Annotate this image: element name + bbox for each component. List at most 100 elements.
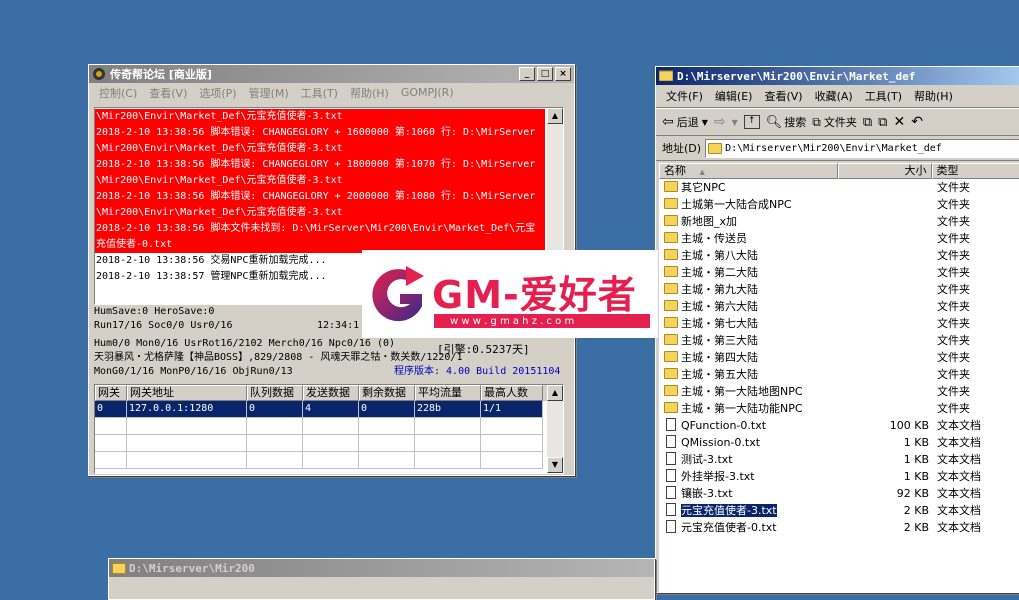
window-title: 传奇帮论坛 [商业版]: [110, 68, 212, 81]
folder-icon: [664, 334, 678, 345]
folder-item[interactable]: 主城・第二大陆 文件夹: [659, 264, 1019, 281]
forward-button[interactable]: ⇨: [714, 114, 726, 130]
table-row[interactable]: [95, 452, 563, 469]
folder-item[interactable]: 主城・传送员 文件夹: [659, 230, 1019, 247]
menu-edit[interactable]: 编辑(E): [709, 88, 759, 104]
table-row[interactable]: [95, 435, 563, 452]
explorer-titlebar[interactable]: D:\Mirserver\Mir200\Envir\Market_def: [656, 67, 1019, 85]
menu-tools[interactable]: 工具(T): [295, 85, 344, 101]
item-name-cell: QFunction-0.txt: [664, 417, 766, 434]
folders-button[interactable]: ⧉ 文件夹: [812, 114, 857, 130]
forward-dropdown-icon[interactable]: ▼: [732, 118, 738, 127]
bottom-window-titlebar[interactable]: D:\Mirserver\Mir200: [109, 559, 654, 577]
folder-item[interactable]: 新地图_x加 文件夹: [659, 213, 1019, 230]
minimize-button[interactable]: _: [519, 67, 535, 81]
log-line: \Mir200\Envir\Market_Def\元宝充值使者-3.txt: [95, 205, 545, 221]
folder-item[interactable]: 主城・第七大陆 文件夹: [659, 315, 1019, 332]
move-to-icon[interactable]: ⧉: [863, 115, 872, 130]
log-line: 2018-2-10 13:38:56 脚本错误: CHANGEGLORY + 1…: [95, 125, 545, 141]
menu-help[interactable]: 帮助(H): [908, 88, 959, 104]
item-name-cell: 主城・第九大陆: [664, 281, 758, 298]
grid-scrollbar[interactable]: ▲ ▼: [547, 385, 563, 473]
item-size: 1 KB: [903, 470, 929, 483]
grid-column-header[interactable]: 最高人数: [481, 385, 543, 401]
item-type: 文件夹: [937, 368, 970, 381]
folder-item[interactable]: 土城第一大陆合成NPC 文件夹: [659, 196, 1019, 213]
grid-column-header[interactable]: 剩余数据: [359, 385, 415, 401]
menu-view[interactable]: 查看(V): [143, 85, 193, 101]
folder-item[interactable]: 主城・第九大陆 文件夹: [659, 281, 1019, 298]
menu-options[interactable]: 选项(P): [193, 85, 242, 101]
column-type[interactable]: 类型: [931, 163, 1019, 179]
folder-item[interactable]: 主城・第五大陆 文件夹: [659, 366, 1019, 383]
table-cell: 0: [359, 401, 415, 418]
file-item[interactable]: 元宝充值使者-0.txt 2 KB 文本文档: [659, 519, 1019, 536]
server-window-titlebar[interactable]: 传奇帮论坛 [商业版] _ □ ×: [89, 65, 574, 83]
item-type: 文本文档: [937, 470, 981, 483]
column-size[interactable]: 大小: [838, 163, 932, 179]
copy-to-icon[interactable]: ⧉: [878, 115, 887, 130]
item-size: 100 KB: [889, 419, 929, 432]
grid-column-header[interactable]: 平均流量: [415, 385, 481, 401]
undo-icon[interactable]: ↶: [911, 114, 923, 130]
file-item[interactable]: QFunction-0.txt 100 KB 文本文档: [659, 417, 1019, 434]
close-button[interactable]: ×: [555, 67, 571, 81]
scroll-up-icon[interactable]: ▲: [547, 108, 563, 124]
file-item[interactable]: 镶嵌-3.txt 92 KB 文本文档: [659, 485, 1019, 502]
item-name: 主城・第三大陆: [681, 334, 758, 347]
explorer-title: D:\Mirserver\Mir200\Envir\Market_def: [677, 69, 916, 83]
folder-item[interactable]: 其它NPC 文件夹: [659, 179, 1019, 196]
watermark-url-bar: w w w . g m a h z . c o m: [434, 314, 650, 328]
grid-scroll-up-icon[interactable]: ▲: [547, 385, 563, 401]
folder-item[interactable]: 主城・第六大陆 文件夹: [659, 298, 1019, 315]
menu-help[interactable]: 帮助(H): [344, 85, 395, 101]
status-mon-text: MonG0/1/16 MonP0/16/16 ObjRun0/13: [94, 366, 293, 377]
folder-item[interactable]: 主城・第一大陆地图NPC 文件夹: [659, 383, 1019, 400]
status-boss: 天羽暴风・尤格萨隆【神品BOSS】,829/2808 - 风魂天罪之牯・数关数/…: [92, 343, 572, 365]
folder-item[interactable]: 主城・第三大陆 文件夹: [659, 332, 1019, 349]
file-item[interactable]: 外挂举报-3.txt 1 KB 文本文档: [659, 468, 1019, 485]
address-input[interactable]: D:\Mirserver\Mir200\Envir\Market_def: [705, 138, 1019, 158]
menu-file[interactable]: 文件(F): [660, 88, 709, 104]
column-name[interactable]: 名称 ▲: [659, 163, 839, 179]
back-label: 后退: [676, 116, 699, 129]
folder-item[interactable]: 主城・第四大陆 文件夹: [659, 349, 1019, 366]
log-line: 2018-2-10 13:38:56 脚本错误: CHANGEGLORY + 2…: [95, 189, 545, 205]
file-item[interactable]: 元宝充值使者-3.txt 2 KB 文本文档: [659, 502, 1019, 519]
menu-tools[interactable]: 工具(T): [859, 88, 908, 104]
menu-control[interactable]: 控制(C): [93, 85, 143, 101]
menu-view[interactable]: 查看(V): [758, 88, 808, 104]
back-dropdown-icon[interactable]: ▼: [702, 118, 708, 127]
folder-item[interactable]: 主城・第一大陆功能NPC 文件夹: [659, 400, 1019, 417]
search-button[interactable]: 🔍︎ 搜索: [766, 114, 807, 130]
item-type: 文件夹: [937, 266, 970, 279]
grid-column-header[interactable]: 网关: [95, 385, 127, 401]
menu-gompj[interactable]: GOMPJ(R): [395, 86, 460, 99]
folder-item[interactable]: 主城・第八大陆 文件夹: [659, 247, 1019, 264]
grid-column-header[interactable]: 发送数据: [303, 385, 359, 401]
file-item[interactable]: QMission-0.txt 1 KB 文本文档: [659, 434, 1019, 451]
menu-manage[interactable]: 管理(M): [243, 85, 295, 101]
back-button[interactable]: ⇦ 后退 ▼: [662, 114, 708, 130]
gateway-grid[interactable]: 网关 网关地址 队列数据 发送数据 剩余数据 平均流量 最高人数 0 127.0.0.1:12…: [94, 384, 564, 474]
grid-scroll-down-icon[interactable]: ▼: [547, 457, 563, 473]
file-list[interactable]: 名称 ▲ 大小 类型 其它NPC 文件夹 土城第一大陆合成NPC 文件夹 新地图_x加文…: [659, 163, 1019, 593]
item-type: 文件夹: [937, 215, 970, 228]
back-arrow-icon: ⇦: [662, 114, 674, 130]
folder-icon: [664, 300, 678, 311]
item-type: 文件夹: [937, 351, 970, 364]
menu-favorites[interactable]: 收藏(A): [809, 88, 859, 104]
item-name-cell: 外挂举报-3.txt: [664, 468, 755, 485]
file-item[interactable]: 测试-3.txt 1 KB 文本文档: [659, 451, 1019, 468]
item-name: 其它NPC: [681, 181, 726, 194]
delete-icon[interactable]: ✕: [893, 114, 905, 130]
grid-column-header[interactable]: 队列数据: [247, 385, 303, 401]
folder-icon: [664, 198, 678, 209]
table-row[interactable]: 0 127.0.0.1:1280 0 4 0 228b 1/1: [95, 401, 563, 418]
table-cell: [247, 418, 303, 435]
up-folder-icon[interactable]: ↑: [743, 115, 760, 129]
maximize-button[interactable]: □: [537, 67, 553, 81]
item-name: 主城・第四大陆: [681, 351, 758, 364]
grid-column-header[interactable]: 网关地址: [127, 385, 247, 401]
table-row[interactable]: [95, 418, 563, 435]
